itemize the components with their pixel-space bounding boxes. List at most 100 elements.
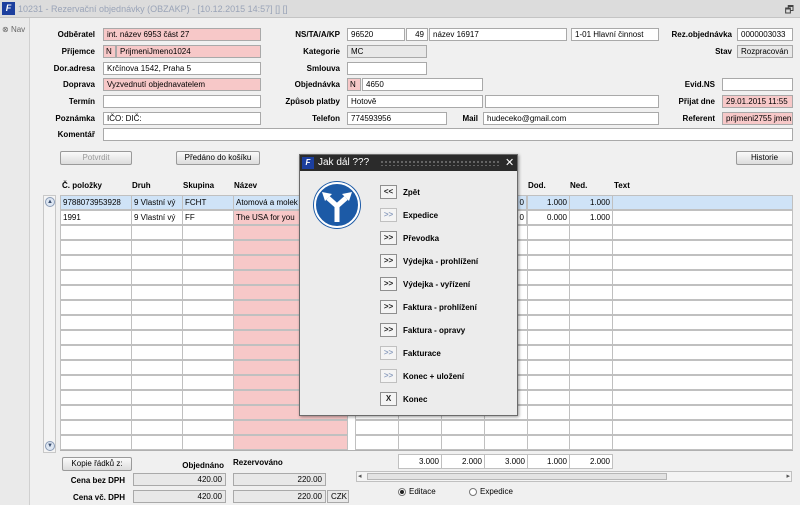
table-cell[interactable]	[612, 390, 793, 405]
table-cell[interactable]	[527, 360, 570, 375]
table-cell[interactable]	[233, 435, 348, 450]
termin-field[interactable]	[103, 95, 261, 108]
table-cell[interactable]	[398, 435, 442, 450]
table-cell[interactable]	[131, 330, 183, 345]
table-cell[interactable]	[569, 285, 613, 300]
dialog-action-label-5[interactable]: Výdejka - vyřízení	[403, 280, 470, 289]
table-row-2-ned[interactable]: 1.000	[569, 210, 613, 225]
zpusob-platby-field[interactable]: Hotově	[347, 95, 483, 108]
table-cell[interactable]	[182, 420, 234, 435]
table-cell[interactable]	[60, 375, 132, 390]
table-row-1-skupina[interactable]: FCHT	[182, 195, 234, 210]
dialog-action-button-1[interactable]: <<	[380, 185, 397, 199]
dialog-action-button-6[interactable]: >>	[380, 300, 397, 314]
table-row-1-text[interactable]	[612, 195, 793, 210]
table-cell[interactable]	[60, 420, 132, 435]
table-cell[interactable]	[60, 255, 132, 270]
ta-field[interactable]: 49	[406, 28, 428, 41]
table-row-1-cislo[interactable]: 9788073953928	[60, 195, 132, 210]
table-cell[interactable]	[182, 375, 234, 390]
telefon-field[interactable]: 774593956	[347, 112, 447, 125]
col-header-text[interactable]: Text	[614, 181, 630, 190]
historie-button[interactable]: Historie	[736, 151, 793, 165]
table-cell[interactable]	[182, 300, 234, 315]
table-cell[interactable]	[484, 420, 528, 435]
table-cell[interactable]	[612, 435, 793, 450]
table-cell[interactable]	[182, 435, 234, 450]
table-cell[interactable]	[131, 240, 183, 255]
komentar-field[interactable]	[103, 128, 793, 141]
table-cell[interactable]	[569, 330, 613, 345]
dialog-action-label-6[interactable]: Faktura - prohlížení	[403, 303, 477, 312]
dialog-action-button-4[interactable]: >>	[380, 254, 397, 268]
table-cell[interactable]	[527, 225, 570, 240]
table-cell[interactable]	[355, 420, 399, 435]
table-cell[interactable]	[60, 345, 132, 360]
table-cell[interactable]	[182, 345, 234, 360]
table-row-1-druh[interactable]: 9 Vlastní vý	[131, 195, 183, 210]
table-cell[interactable]	[569, 405, 613, 420]
table-cell[interactable]	[569, 435, 613, 450]
predano-do-kosiku-button[interactable]: Předáno do košíku	[176, 151, 260, 165]
scroll-up-icon[interactable]: ▲	[45, 197, 55, 207]
table-cell[interactable]	[612, 315, 793, 330]
table-cell[interactable]	[569, 360, 613, 375]
table-cell[interactable]	[182, 285, 234, 300]
table-cell[interactable]	[527, 255, 570, 270]
table-cell[interactable]	[527, 375, 570, 390]
objednavka-flag[interactable]: N	[347, 78, 361, 91]
poznamka-field[interactable]: IČO: DIČ:	[103, 112, 261, 125]
table-cell[interactable]	[60, 315, 132, 330]
table-cell[interactable]	[131, 225, 183, 240]
prijat-dne-field[interactable]: 29.01.2015 11:55	[722, 95, 793, 108]
kopie-radku-button[interactable]: Kopie řádků z:	[62, 457, 132, 471]
zpusob-platby-extra-field[interactable]	[485, 95, 659, 108]
dialog-action-button-9[interactable]: >>	[380, 369, 397, 383]
dialog-action-button-7[interactable]: >>	[380, 323, 397, 337]
table-cell[interactable]	[612, 405, 793, 420]
table-cell[interactable]	[60, 405, 132, 420]
table-cell[interactable]	[355, 435, 399, 450]
table-cell[interactable]	[569, 300, 613, 315]
table-row-2-druh[interactable]: 9 Vlastní vý	[131, 210, 183, 225]
smlouva-field[interactable]	[347, 62, 427, 75]
table-cell[interactable]	[131, 360, 183, 375]
col-header-skupina[interactable]: Skupina	[183, 181, 214, 190]
editace-radio[interactable]	[398, 488, 406, 496]
table-cell[interactable]	[131, 300, 183, 315]
table-cell[interactable]	[182, 330, 234, 345]
restore-window-icon[interactable]: 🗗	[785, 3, 794, 20]
table-cell[interactable]	[527, 315, 570, 330]
table-cell[interactable]	[182, 360, 234, 375]
table-cell[interactable]	[612, 360, 793, 375]
expedice-radio[interactable]	[469, 488, 477, 496]
table-cell[interactable]	[569, 240, 613, 255]
dialog-action-label-3[interactable]: Převodka	[403, 234, 439, 243]
dialog-action-label-4[interactable]: Výdejka - prohlížení	[403, 257, 478, 266]
table-cell[interactable]	[131, 285, 183, 300]
potvrdit-button[interactable]: Potvrdit	[60, 151, 132, 165]
col-header-nazev[interactable]: Název	[234, 181, 257, 190]
table-cell[interactable]	[60, 435, 132, 450]
table-cell[interactable]	[182, 225, 234, 240]
table-cell[interactable]	[612, 300, 793, 315]
col-header-cislo[interactable]: Č. položky	[62, 181, 102, 190]
table-cell[interactable]	[441, 435, 485, 450]
table-cell[interactable]	[182, 270, 234, 285]
table-row-2-skupina[interactable]: FF	[182, 210, 234, 225]
dialog-action-label-10[interactable]: Konec	[403, 395, 427, 404]
table-cell[interactable]	[612, 420, 793, 435]
table-cell[interactable]	[527, 390, 570, 405]
table-cell[interactable]	[527, 285, 570, 300]
table-cell[interactable]	[60, 360, 132, 375]
kategorie-field[interactable]: MC	[347, 45, 427, 58]
table-cell[interactable]	[569, 255, 613, 270]
table-cell[interactable]	[484, 435, 528, 450]
scroll-down-icon[interactable]: ▼	[45, 441, 55, 451]
rez-objednavka-field[interactable]: 0000003033	[737, 28, 793, 41]
table-cell[interactable]	[612, 225, 793, 240]
table-cell[interactable]	[569, 225, 613, 240]
col-header-dod[interactable]: Dod.	[528, 181, 546, 190]
dialog-title-bar[interactable]: F Jak dál ??? ✕	[300, 155, 517, 171]
table-cell[interactable]	[131, 315, 183, 330]
